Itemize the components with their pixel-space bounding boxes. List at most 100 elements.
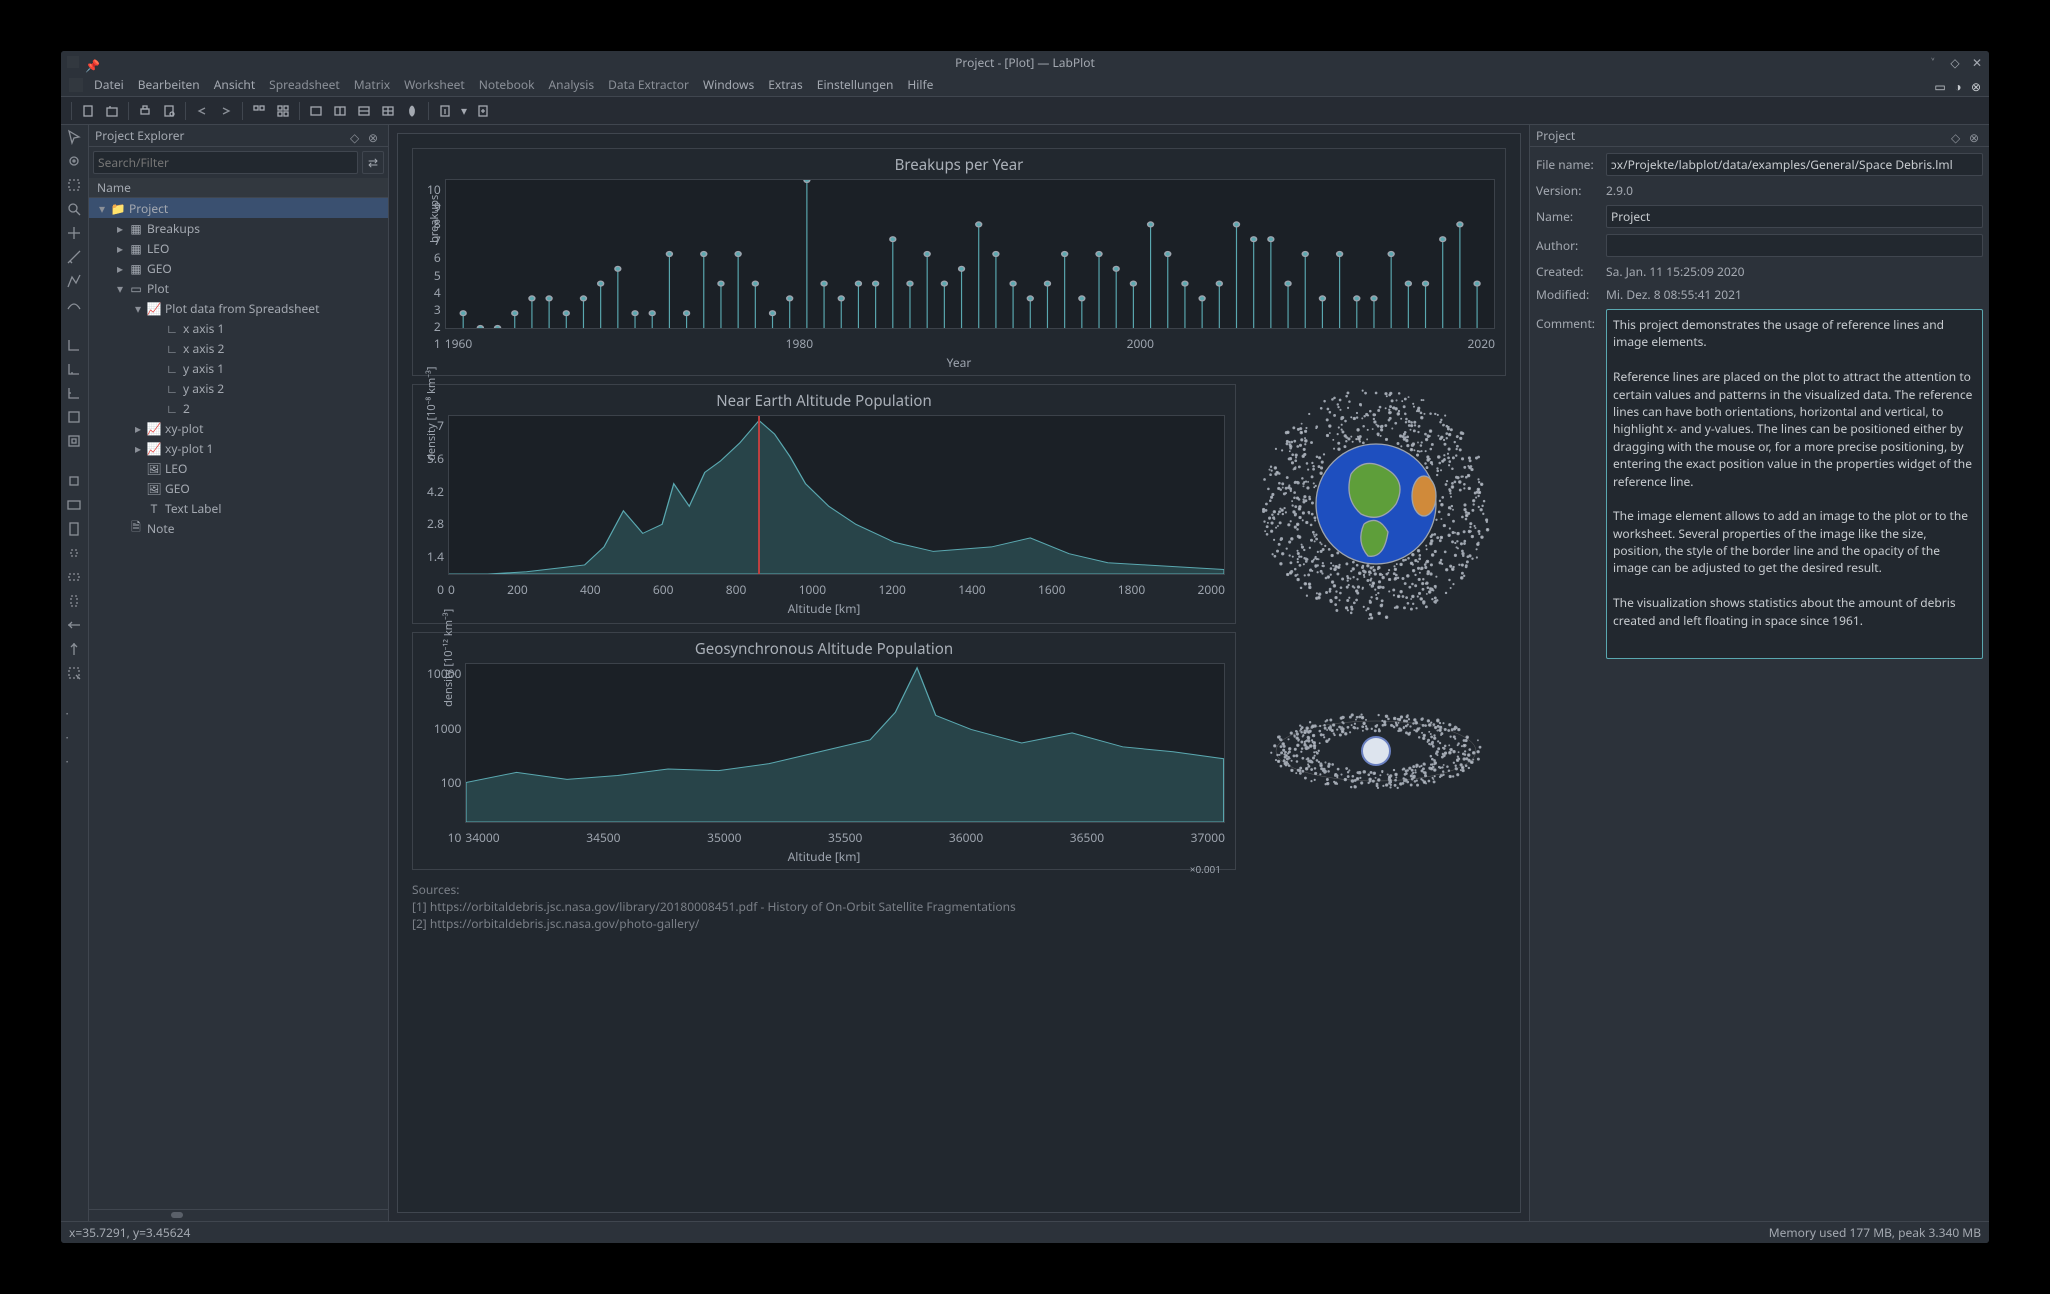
tool-zoom-icon[interactable] xyxy=(66,201,84,219)
tree-column-header[interactable]: Name xyxy=(89,178,388,198)
menu-windows[interactable]: Windows xyxy=(696,76,761,93)
menu-hilfe[interactable]: Hilfe xyxy=(900,76,940,93)
worksheet-area[interactable]: Breakups per Year 10987654321 breakups 1… xyxy=(389,125,1529,1221)
tree-item[interactable]: 🗎Note xyxy=(89,518,388,538)
plot-leo[interactable]: Near Earth Altitude Population 75.64.22.… xyxy=(412,384,1236,624)
plot-geo[interactable]: Geosynchronous Altitude Population 10000… xyxy=(412,632,1236,870)
tool-add-page[interactable] xyxy=(471,100,495,122)
menu-notebook: Notebook xyxy=(472,76,542,93)
tool-view-1[interactable] xyxy=(247,100,271,122)
tree-item[interactable]: ∟y axis 2 xyxy=(89,378,388,398)
tool-m1-icon[interactable] xyxy=(66,617,84,635)
tool-grid-3[interactable] xyxy=(352,100,376,122)
tool-arrow-icon[interactable] xyxy=(66,129,84,147)
tool-view-2[interactable] xyxy=(271,100,295,122)
tree-item[interactable]: ∟x axis 2 xyxy=(89,338,388,358)
tool-curve-icon[interactable] xyxy=(66,297,84,315)
close-button[interactable]: ✕ xyxy=(1971,54,1983,71)
tool-box-icon[interactable] xyxy=(66,409,84,427)
tool-boxin-icon[interactable] xyxy=(66,433,84,451)
tool-print[interactable] xyxy=(133,100,157,122)
tool-gear-icon[interactable] xyxy=(66,153,84,171)
tool-print-preview[interactable] xyxy=(157,100,181,122)
comment-field[interactable] xyxy=(1606,309,1983,659)
author-field[interactable] xyxy=(1606,234,1983,257)
tool-grid-4[interactable] xyxy=(376,100,400,122)
menu-extras[interactable]: Extras xyxy=(761,76,810,93)
tool-grid-1[interactable] xyxy=(304,100,328,122)
tree-item[interactable]: ▸📈xy-plot 1 xyxy=(89,438,388,458)
menu-ansicht[interactable]: Ansicht xyxy=(207,76,262,93)
menu-datei[interactable]: Datei xyxy=(87,76,131,93)
tool-export[interactable] xyxy=(433,100,457,122)
menu-bar: DateiBearbeitenAnsichtSpreadsheetMatrixW… xyxy=(61,73,1989,97)
menubar-icon-1[interactable]: ▭ xyxy=(1933,78,1947,92)
tool-dot2-icon[interactable]: · xyxy=(66,729,84,747)
tree-item[interactable]: TText Label xyxy=(89,498,388,518)
tool-z4-icon[interactable] xyxy=(66,545,84,563)
search-input[interactable] xyxy=(93,151,358,174)
tool-peak-icon[interactable] xyxy=(66,273,84,291)
tool-m2-icon[interactable] xyxy=(66,641,84,659)
app-icon xyxy=(67,56,79,68)
plot-breakups[interactable]: Breakups per Year 10987654321 breakups 1… xyxy=(412,148,1506,376)
tree-item[interactable]: ∟2 xyxy=(89,398,388,418)
tool-sel-icon[interactable] xyxy=(66,665,84,683)
tool-z3-icon[interactable] xyxy=(66,521,84,539)
tool-l3-icon[interactable] xyxy=(66,385,84,403)
tree-item[interactable]: ▸▦GEO xyxy=(89,258,388,278)
explorer-detach-icon[interactable]: ◇ xyxy=(350,129,364,143)
minimize-button[interactable]: ˅ xyxy=(1927,54,1939,71)
tree-item[interactable]: 🖼LEO xyxy=(89,458,388,478)
tree-item[interactable]: ▾▭Plot xyxy=(89,278,388,298)
menu-data extractor: Data Extractor xyxy=(601,76,696,93)
menu-einstellungen[interactable]: Einstellungen xyxy=(810,76,901,93)
image-leo[interactable] xyxy=(1246,384,1506,624)
pin-icon[interactable]: 📌 xyxy=(85,57,95,67)
props-close-icon[interactable]: ⊗ xyxy=(1969,129,1983,143)
tool-new[interactable] xyxy=(76,100,100,122)
tool-grid-2[interactable] xyxy=(328,100,352,122)
tool-export-menu[interactable]: ▾ xyxy=(457,100,471,122)
tree-item[interactable]: ∟y axis 1 xyxy=(89,358,388,378)
search-options-icon[interactable]: ⇄ xyxy=(362,151,384,174)
tool-z5-icon[interactable] xyxy=(66,569,84,587)
tree-item[interactable]: ▾📈Plot data from Spreadsheet xyxy=(89,298,388,318)
sources-text: Sources: [1] https://orbitaldebris.jsc.n… xyxy=(412,882,1506,932)
tool-l1-icon[interactable] xyxy=(66,337,84,355)
tree-item[interactable]: ▾📁Project xyxy=(89,198,388,218)
menu-icon[interactable] xyxy=(69,78,83,92)
tree-item[interactable]: ▸📈xy-plot xyxy=(89,418,388,438)
window-title: Project - [Plot] — LabPlot xyxy=(955,54,1095,71)
menu-bearbeiten[interactable]: Bearbeiten xyxy=(131,76,207,93)
props-detach-icon[interactable]: ◇ xyxy=(1951,129,1965,143)
project-tree[interactable]: ▾📁Project▸▦Breakups▸▦LEO▸▦GEO▾▭Plot▾📈Plo… xyxy=(89,198,388,1209)
maximize-button[interactable]: ◇ xyxy=(1949,54,1961,71)
menubar-icon-2[interactable]: ◑ xyxy=(1951,78,1965,92)
tool-dot1-icon[interactable]: · xyxy=(66,705,84,723)
tool-l2-icon[interactable] xyxy=(66,361,84,379)
tree-item[interactable]: 🖼GEO xyxy=(89,478,388,498)
tool-z1-icon[interactable] xyxy=(66,473,84,491)
tool-z2-icon[interactable] xyxy=(66,497,84,515)
tool-z6-icon[interactable] xyxy=(66,593,84,611)
app-window: 📌 Project - [Plot] — LabPlot ˅ ◇ ✕ Datei… xyxy=(60,50,1990,1244)
tool-dot3-icon[interactable]: · xyxy=(66,753,84,771)
explorer-close-icon[interactable]: ⊗ xyxy=(368,129,382,143)
name-field[interactable] xyxy=(1606,205,1983,228)
status-memory: Memory used 177 MB, peak 3.340 MB xyxy=(1769,1224,1981,1241)
worksheet[interactable]: Breakups per Year 10987654321 breakups 1… xyxy=(397,133,1521,1213)
menubar-close-icon[interactable]: ⊗ xyxy=(1969,78,1983,92)
tree-item[interactable]: ▸▦LEO xyxy=(89,238,388,258)
tree-item[interactable]: ∟x axis 1 xyxy=(89,318,388,338)
filename-field[interactable] xyxy=(1606,153,1983,176)
tree-item[interactable]: ▸▦Breakups xyxy=(89,218,388,238)
menu-spreadsheet: Spreadsheet xyxy=(262,76,347,93)
menu-worksheet: Worksheet xyxy=(397,76,472,93)
tool-theme[interactable] xyxy=(400,100,424,122)
image-geo[interactable] xyxy=(1246,632,1506,870)
tool-ruler-icon[interactable] xyxy=(66,249,84,267)
tool-open[interactable] xyxy=(100,100,124,122)
tool-cross-icon[interactable] xyxy=(66,225,84,243)
tool-select-icon[interactable] xyxy=(66,177,84,195)
